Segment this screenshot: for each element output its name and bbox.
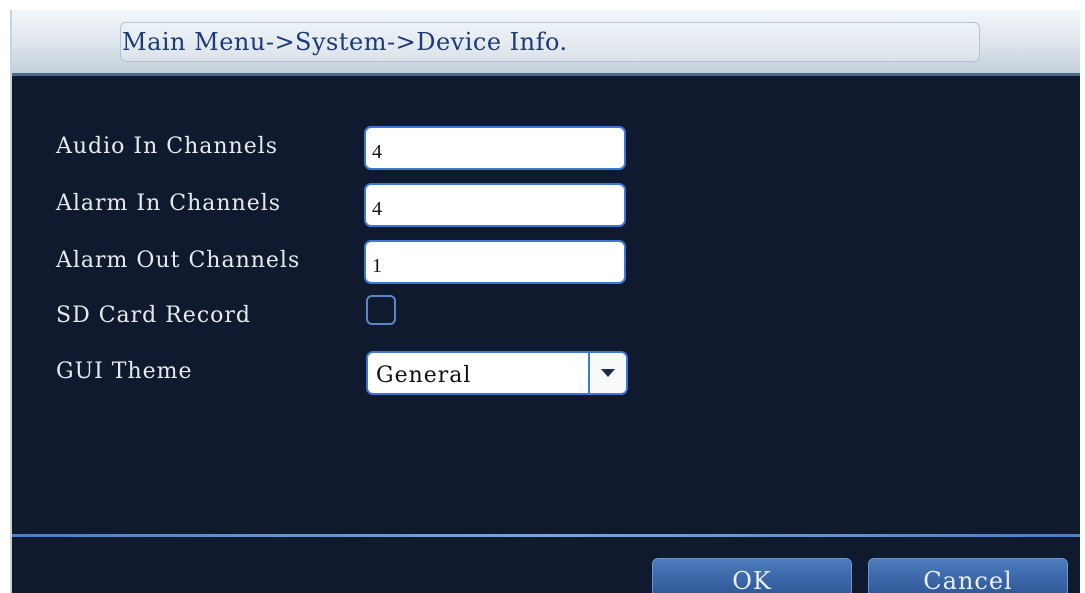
sd-card-label: SD Card Record bbox=[56, 303, 251, 328]
alarm-out-label: Alarm Out Channels bbox=[56, 248, 301, 273]
audio-in-field[interactable]: 4 bbox=[364, 126, 626, 170]
dropdown-button[interactable] bbox=[588, 353, 626, 393]
device-info-window: Main Menu->System->Device Info. Audio In… bbox=[10, 10, 1080, 593]
gui-theme-select[interactable]: General bbox=[366, 351, 628, 395]
alarm-in-field[interactable]: 4 bbox=[364, 183, 626, 227]
alarm-out-field[interactable]: 1 bbox=[364, 240, 626, 284]
triangle-down-icon bbox=[601, 369, 615, 377]
ok-button[interactable]: OK bbox=[652, 558, 852, 593]
breadcrumb: Main Menu->System->Device Info. bbox=[122, 28, 568, 56]
footer-divider bbox=[12, 534, 1080, 537]
audio-in-label: Audio In Channels bbox=[56, 134, 279, 159]
title-bar: Main Menu->System->Device Info. bbox=[12, 10, 1080, 76]
sd-card-checkbox[interactable] bbox=[366, 295, 396, 325]
alarm-in-label: Alarm In Channels bbox=[56, 191, 282, 216]
gui-theme-value: General bbox=[376, 363, 472, 388]
cancel-button[interactable]: Cancel bbox=[868, 558, 1068, 593]
gui-theme-label: GUI Theme bbox=[56, 359, 193, 384]
